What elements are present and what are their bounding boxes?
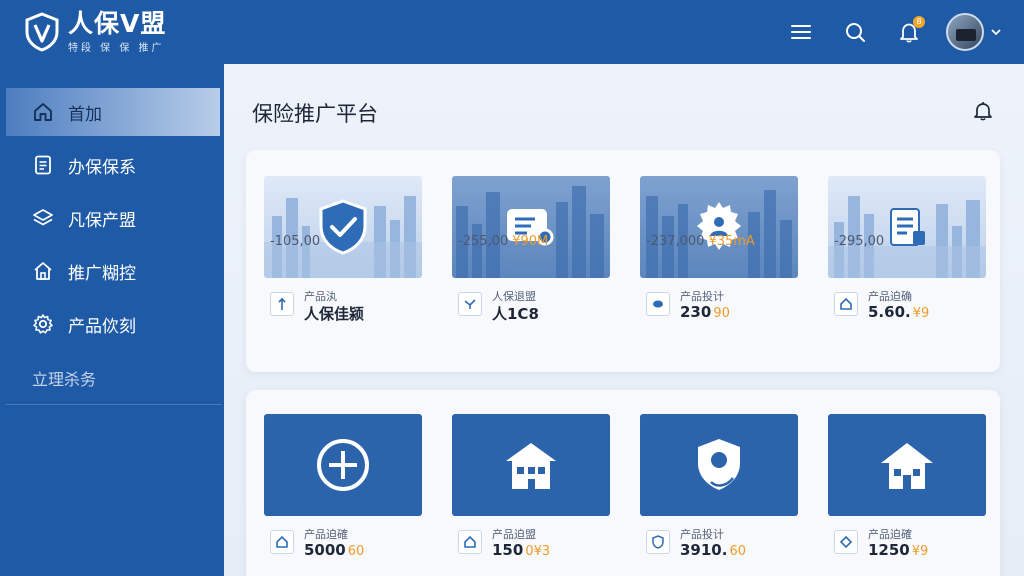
product-type-icon [646, 292, 670, 316]
product-thumbnail [264, 176, 422, 278]
product-price: -295,00 [834, 234, 885, 249]
chevron-down-icon[interactable] [990, 28, 1002, 36]
bell-icon[interactable] [972, 100, 994, 122]
product-card[interactable]: 产品迫盟 150 0¥3 [452, 414, 610, 564]
sidebar-item-label: 办保保系 [68, 157, 136, 178]
sidebar-item-products[interactable]: 凡保产盟 [6, 194, 220, 242]
product-thumbnail [452, 414, 610, 516]
sidebar-item-promotion[interactable]: 推广糊控 [6, 247, 220, 295]
product-label: 产品投计 [680, 528, 724, 541]
product-panel-bottom: 产品迫確 500060 产品迫盟 1500¥3 产品投计 3910.60 [246, 390, 1000, 576]
product-thumbnail [828, 176, 986, 278]
product-value: 人保佳颍 [304, 305, 365, 323]
product-card[interactable]: 产品投计 3910. 60 [640, 414, 798, 564]
product-type-icon [458, 530, 482, 554]
menu-button[interactable] [788, 19, 814, 45]
product-label: 产品迫确 [868, 290, 912, 303]
logo[interactable]: 人保V盟 特段 保 保 推广 [24, 10, 166, 54]
product-value: 230 90 [680, 303, 730, 321]
shield-check-icon [319, 199, 367, 255]
product-panel-top: 产品汍 人保佳颍 -105,00 人保退盟 人1C8 -255,00¥90M [246, 150, 1000, 372]
house-icon [881, 443, 933, 489]
product-label: 人保退盟 [492, 290, 536, 303]
sidebar: 首加 办保保系 凡保产盟 推广糊控 产品佽刻 立理杀务 [0, 64, 224, 576]
avatar[interactable] [946, 13, 984, 51]
product-thumbnail [828, 414, 986, 516]
shield-logo-icon [25, 12, 59, 52]
document-list-icon [890, 208, 925, 246]
product-thumbnail [264, 414, 422, 516]
logo-subtitle: 特段 保 保 推广 [68, 43, 165, 54]
sidebar-item-settings[interactable]: 产品佽刻 [6, 300, 220, 348]
product-label: 产品迫確 [304, 528, 348, 541]
sidebar-item-home[interactable]: 首加 [6, 88, 220, 136]
product-card[interactable]: 产品汍 人保佳颍 -105,00 [264, 176, 422, 326]
product-label: 产品投计 [680, 290, 724, 303]
house-icon [32, 260, 54, 282]
product-value: 5.60. ¥9 [868, 303, 930, 321]
sidebar-section-label[interactable]: 立理杀务 [32, 366, 96, 390]
logo-title: 人保V盟 [68, 9, 167, 38]
product-label: 产品迫確 [868, 528, 912, 541]
product-card[interactable]: 产品迫確 5000 60 [264, 414, 422, 564]
menu-icon [791, 25, 811, 39]
product-type-icon [646, 530, 670, 554]
product-value: 1250 ¥9 [868, 541, 929, 559]
product-price: -105,00 [270, 234, 321, 249]
product-value: 5000 60 [304, 541, 365, 559]
product-type-icon [834, 292, 858, 316]
sidebar-item-policy[interactable]: 办保保系 [6, 141, 220, 189]
top-header: 人保V盟 特段 保 保 推广 8 [0, 0, 1024, 64]
page-title: 保险推广平台 [252, 102, 378, 126]
product-thumbnail [640, 414, 798, 516]
product-type-icon [270, 530, 294, 554]
product-price: -255,00 ¥90M [458, 234, 549, 249]
main-content: 保险推广平台 产品汍 人保佳颍 -105,00 人保退盟 人1C8 -255,0… [224, 64, 1024, 576]
document-icon [32, 154, 54, 176]
product-thumbnail [640, 176, 798, 278]
product-label: 产品迫盟 [492, 528, 536, 541]
search-button[interactable] [842, 19, 868, 45]
sidebar-divider [6, 404, 222, 405]
product-card[interactable]: 产品投计 230 90 -237,000 ¥35mA [640, 176, 798, 326]
product-price: -237,000 ¥35mA [646, 234, 755, 249]
product-type-icon [270, 292, 294, 316]
sidebar-item-label: 凡保产盟 [68, 210, 136, 231]
product-label: 产品汍 [304, 290, 337, 303]
gear-icon [32, 313, 54, 335]
product-card[interactable]: 人保退盟 人1C8 -255,00 ¥90M [452, 176, 610, 326]
notification-badge: 8 [913, 16, 925, 28]
product-card[interactable]: 产品迫確 1250 ¥9 [828, 414, 986, 564]
product-value: 3910. 60 [680, 541, 746, 559]
notification-button[interactable]: 8 [896, 16, 925, 45]
home-icon [32, 101, 54, 123]
product-value: 人1C8 [492, 305, 539, 323]
product-type-icon [834, 530, 858, 554]
sidebar-item-label: 产品佽刻 [68, 316, 136, 337]
building-icon [506, 443, 556, 489]
layers-icon [32, 207, 54, 229]
search-icon [846, 23, 865, 42]
sidebar-item-label: 推广糊控 [68, 263, 136, 284]
plus-circle-icon [317, 439, 369, 491]
sidebar-item-label: 首加 [68, 104, 102, 125]
product-type-icon [458, 292, 482, 316]
product-value: 150 0¥3 [492, 541, 551, 559]
shield-location-icon [698, 439, 740, 490]
product-thumbnail [452, 176, 610, 278]
product-card[interactable]: 产品迫确 5.60. ¥9 -295,00 [828, 176, 986, 326]
